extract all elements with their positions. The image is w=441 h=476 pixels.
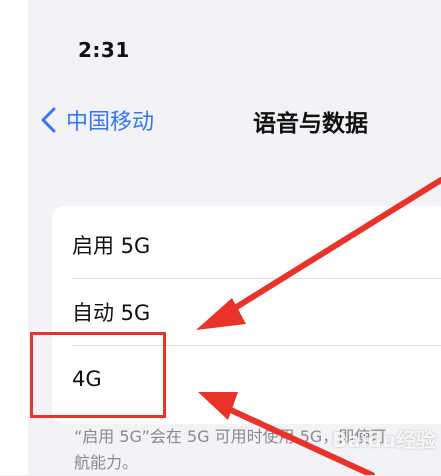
left-frame-edge [0,0,28,475]
footer-note-line-2: 航能力。 [74,453,139,472]
back-button[interactable]: 中国移动 [36,100,154,140]
annotation-highlight-box [30,332,166,418]
page-title: 语音与数据 [253,111,368,137]
chevron-left-icon [41,107,56,133]
baidu-watermark: Baidu经验 [332,428,437,452]
option-label: 启用 5G [72,234,151,258]
status-bar-time: 2:31 [78,38,130,62]
back-button-label: 中国移动 [66,110,155,135]
option-label: 自动 5G [72,301,151,325]
option-enable-5g[interactable]: 启用 5G [52,212,441,278]
